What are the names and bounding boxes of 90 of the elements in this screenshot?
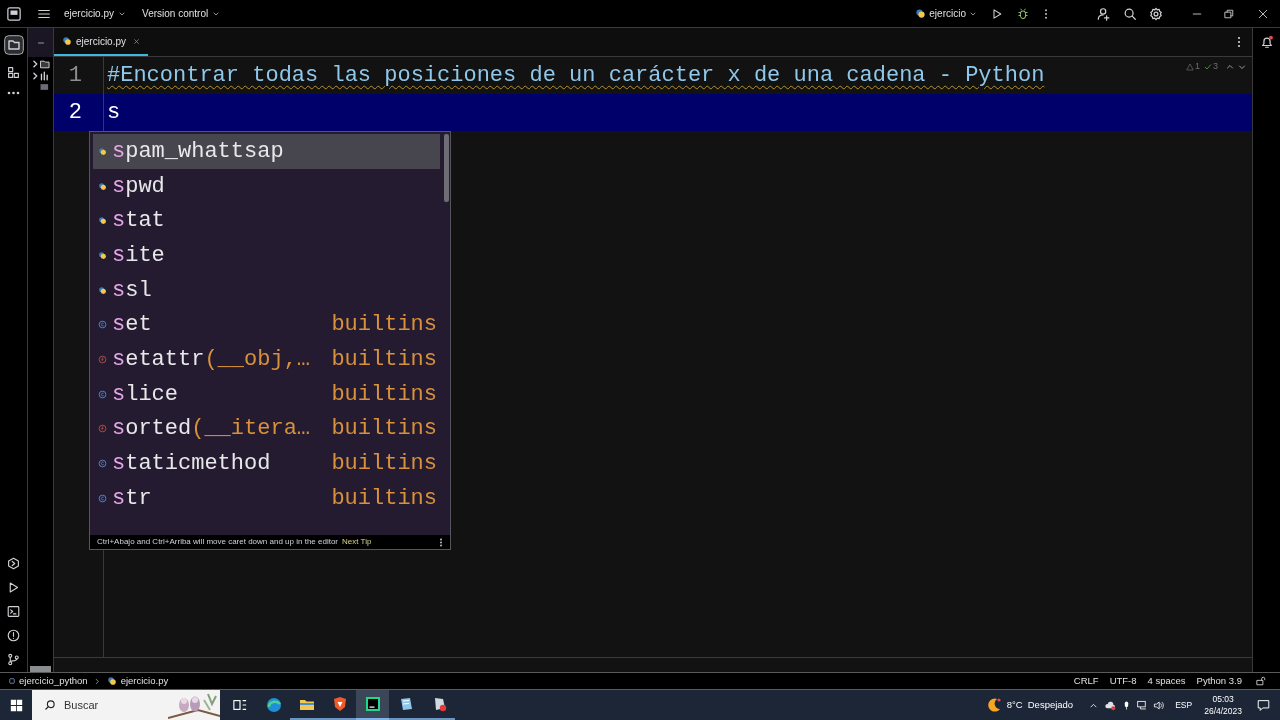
notifications-icon[interactable]: [1257, 698, 1270, 712]
module-name: builtins: [331, 484, 437, 513]
unlock-icon[interactable]: [1256, 676, 1266, 686]
chevron-right-icon: [93, 677, 101, 685]
breadcrumb[interactable]: ejercicio.py: [120, 673, 169, 689]
tip-text: Ctrl+Abajo and Ctrl+Arriba will move caret down and up in the editor: [97, 536, 338, 548]
editor-tab[interactable]: ejercicio.py: [54, 28, 149, 56]
terminal-icon[interactable]: [7, 605, 20, 618]
run-icon[interactable]: [7, 581, 20, 594]
module-name: builtins: [331, 415, 437, 444]
check-icon[interactable]: [1204, 62, 1212, 71]
network-icon[interactable]: [1137, 699, 1149, 711]
python-file-icon: [62, 36, 72, 46]
git-branch-icon[interactable]: [7, 653, 20, 666]
notification-bell-icon[interactable]: [1259, 35, 1274, 49]
completion-item[interactable]: slice builtins: [93, 376, 440, 412]
task-view-icon[interactable]: [233, 698, 247, 712]
clock-date[interactable]: 26/4/2023: [1204, 705, 1242, 717]
function-icon: [98, 424, 107, 434]
search-field[interactable]: Buscar: [32, 690, 220, 720]
run-configuration-selector[interactable]: ejercicio: [915, 6, 977, 21]
python-icon: [915, 8, 927, 19]
language-indicator[interactable]: ESP: [1175, 698, 1193, 712]
status-item[interactable]: CRLF: [1073, 673, 1099, 689]
app-logo-icon[interactable]: [7, 6, 21, 21]
add-user-icon[interactable]: [1097, 6, 1111, 21]
bug-icon[interactable]: [1017, 7, 1029, 20]
run-icon[interactable]: [991, 7, 1003, 20]
python-file-icon: [106, 676, 117, 686]
status-item[interactable]: UTF-8: [1109, 673, 1137, 689]
chevron-down-icon[interactable]: [1238, 62, 1246, 71]
windows-logo-icon[interactable]: [10, 698, 23, 712]
folder-icon[interactable]: [3, 35, 24, 55]
project-selector[interactable]: ejercicio.py: [62, 6, 129, 21]
temperature: 8°C: [1006, 697, 1023, 712]
search-icon: [44, 699, 56, 711]
completion-item[interactable]: spwd: [93, 168, 440, 204]
completion-item[interactable]: set builtins: [93, 307, 440, 343]
vcs-selector[interactable]: Version control: [140, 6, 223, 21]
ide-icon[interactable]: [364, 696, 381, 712]
cloud-icon[interactable]: [1105, 699, 1117, 711]
class-icon: [98, 493, 107, 503]
module-name: builtins: [331, 311, 437, 340]
python-module-icon: [98, 216, 107, 226]
class-icon: [98, 389, 107, 399]
class-icon: [98, 320, 107, 330]
scrollbar-thumb[interactable]: [444, 134, 449, 202]
clock-time[interactable]: 05:03: [1212, 693, 1234, 705]
structure-icon[interactable]: [7, 66, 20, 79]
scrollbar-thumb[interactable]: [30, 666, 51, 672]
check-count: 3: [1213, 60, 1218, 73]
python-module-icon: [98, 250, 107, 260]
next-tip-link[interactable]: Next Tip: [342, 536, 372, 548]
browser-icon[interactable]: [265, 697, 282, 713]
settings-icon[interactable]: [1149, 6, 1163, 21]
completion-item[interactable]: str builtins: [93, 480, 440, 516]
completion-item[interactable]: staticmethod builtins: [93, 446, 440, 481]
module-icon: [9, 678, 15, 684]
completion-item[interactable]: stat: [93, 203, 440, 239]
more-icon[interactable]: [439, 537, 443, 547]
breadcrumb[interactable]: ejercicio_python: [19, 673, 88, 689]
more-icon[interactable]: [7, 90, 20, 96]
shield-icon[interactable]: [331, 696, 348, 712]
python-module-icon: [98, 285, 107, 295]
project-folder-icon[interactable]: [32, 59, 50, 69]
class-icon: [98, 459, 107, 469]
completion-item[interactable]: setattr(__obj,… builtins: [93, 342, 440, 377]
completion-item[interactable]: sorted(__itera… builtins: [93, 411, 440, 447]
function-icon: [98, 354, 107, 364]
speaker-icon[interactable]: [1153, 699, 1165, 711]
warning-count: 1: [1194, 60, 1200, 73]
moon-icon[interactable]: [985, 697, 1002, 713]
completion-item[interactable]: spam_whattsap: [93, 134, 440, 169]
module-name: builtins: [331, 450, 437, 479]
module-name: builtins: [331, 345, 437, 374]
search-icon[interactable]: [1123, 6, 1137, 21]
status-item[interactable]: Python 3.9: [1196, 673, 1242, 689]
python-console-icon[interactable]: [7, 557, 20, 570]
more-icon[interactable]: [1236, 36, 1242, 48]
weather-text: Despejado: [1027, 697, 1074, 712]
restore-icon[interactable]: [1224, 8, 1234, 19]
completion-item[interactable]: site: [93, 238, 440, 273]
code-comment: #Encontrar todas las posiciones de un carácter x de una cadena - Python: [106, 62, 1045, 90]
close-icon[interactable]: [1258, 8, 1268, 19]
module-name: builtins: [331, 380, 437, 409]
python-module-icon: [98, 146, 107, 156]
code-text: s: [106, 99, 121, 127]
python-module-icon: [98, 181, 107, 191]
status-item[interactable]: 4 spaces: [1147, 673, 1186, 689]
completion-item[interactable]: ssl: [93, 272, 440, 308]
